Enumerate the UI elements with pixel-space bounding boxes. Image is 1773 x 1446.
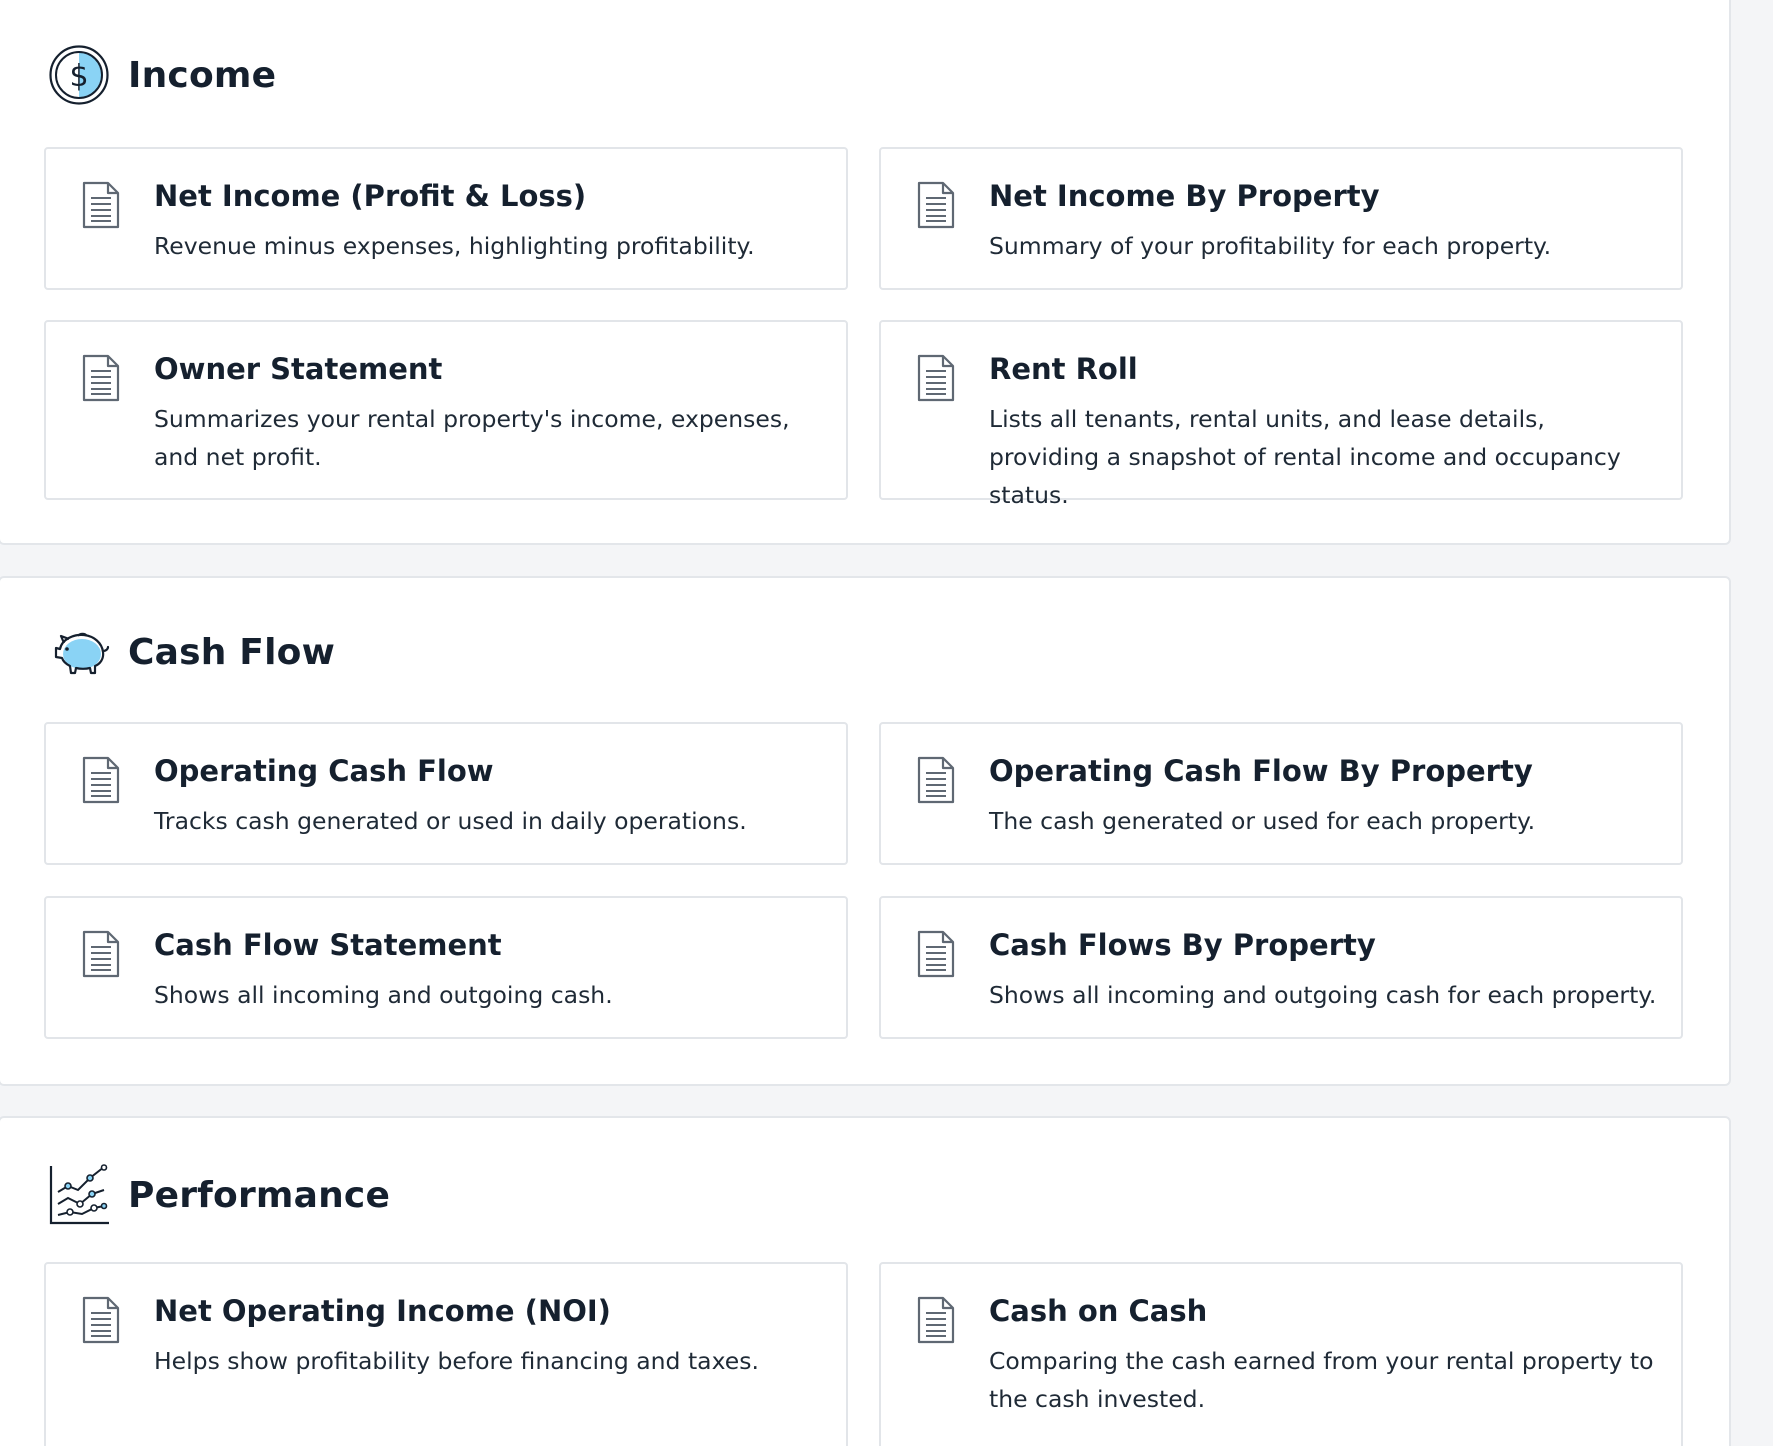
card-description: Lists all tenants, rental units, and lea… xyxy=(989,405,1621,509)
report-card-net-income-by-property[interactable]: Net Income By Property Summary of your p… xyxy=(879,147,1683,290)
card-description: Summarizes your rental property's income… xyxy=(154,405,790,471)
piggy-bank-icon xyxy=(54,632,110,675)
card-title: Net Income By Property xyxy=(989,179,1380,213)
document-icon xyxy=(82,1296,120,1344)
income-section: $ Income Net Income (Profit & Loss) Reve… xyxy=(0,0,1731,545)
card-title: Rent Roll xyxy=(989,352,1138,386)
card-description: Comparing the cash earned from your rent… xyxy=(989,1347,1654,1413)
performance-section: Performance Net Operating Income (NOI) H… xyxy=(0,1116,1731,1446)
card-title: Operating Cash Flow By Property xyxy=(989,754,1533,788)
report-card-cash-flows-by-property[interactable]: Cash Flows By Property Shows all incomin… xyxy=(879,896,1683,1039)
section-title: Performance xyxy=(128,1174,391,1216)
section-title: Cash Flow xyxy=(128,631,336,673)
card-description: Shows all incoming and outgoing cash for… xyxy=(989,981,1657,1009)
card-title: Cash on Cash xyxy=(989,1294,1208,1328)
card-title: Net Income (Profit & Loss) xyxy=(154,179,587,213)
section-title: Income xyxy=(128,54,277,96)
card-description: Tracks cash generated or used in daily o… xyxy=(154,807,747,835)
card-title: Cash Flows By Property xyxy=(989,928,1376,962)
document-icon xyxy=(917,181,955,229)
report-card-cash-flow-statement[interactable]: Cash Flow Statement Shows all incoming a… xyxy=(44,896,848,1039)
document-icon xyxy=(917,930,955,978)
document-icon xyxy=(82,756,120,804)
card-description: Revenue minus expenses, highlighting pro… xyxy=(154,232,755,260)
document-icon xyxy=(82,930,120,978)
card-title: Owner Statement xyxy=(154,352,443,386)
document-icon xyxy=(82,354,120,402)
document-icon xyxy=(917,354,955,402)
report-card-operating-cash-flow[interactable]: Operating Cash Flow Tracks cash generate… xyxy=(44,722,848,865)
cash-flow-section: Cash Flow Operating Cash Flow Tracks cas… xyxy=(0,576,1731,1086)
card-title: Operating Cash Flow xyxy=(154,754,494,788)
dollar-coin-icon: $ xyxy=(49,45,109,105)
report-card-operating-cash-flow-by-property[interactable]: Operating Cash Flow By Property The cash… xyxy=(879,722,1683,865)
svg-text:$: $ xyxy=(69,59,88,94)
line-chart-icon xyxy=(49,1164,109,1225)
report-card-owner-statement[interactable]: Owner Statement Summarizes your rental p… xyxy=(44,320,848,500)
income-section-header: $ Income xyxy=(48,44,276,106)
card-title: Net Operating Income (NOI) xyxy=(154,1294,611,1328)
card-title: Cash Flow Statement xyxy=(154,928,502,962)
report-card-rent-roll[interactable]: Rent Roll Lists all tenants, rental unit… xyxy=(879,320,1683,509)
report-card-net-operating-income[interactable]: Net Operating Income (NOI) Helps show pr… xyxy=(44,1262,848,1446)
document-icon xyxy=(917,756,955,804)
report-card-cash-on-cash[interactable]: Cash on Cash Comparing the cash earned f… xyxy=(879,1262,1683,1446)
card-description: Shows all incoming and outgoing cash. xyxy=(154,981,613,1009)
card-description: The cash generated or used for each prop… xyxy=(989,807,1536,835)
report-card-net-income[interactable]: Net Income (Profit & Loss) Revenue minus… xyxy=(44,147,848,290)
cash-flow-section-header: Cash Flow xyxy=(48,621,335,683)
document-icon xyxy=(82,181,120,229)
reports-page: $ Income Net Income (Profit & Loss) Reve… xyxy=(0,0,1773,1446)
card-description: Helps show profitability before financin… xyxy=(154,1347,759,1375)
card-description: Summary of your profitability for each p… xyxy=(989,232,1552,260)
performance-section-header: Performance xyxy=(48,1164,390,1226)
document-icon xyxy=(917,1296,955,1344)
